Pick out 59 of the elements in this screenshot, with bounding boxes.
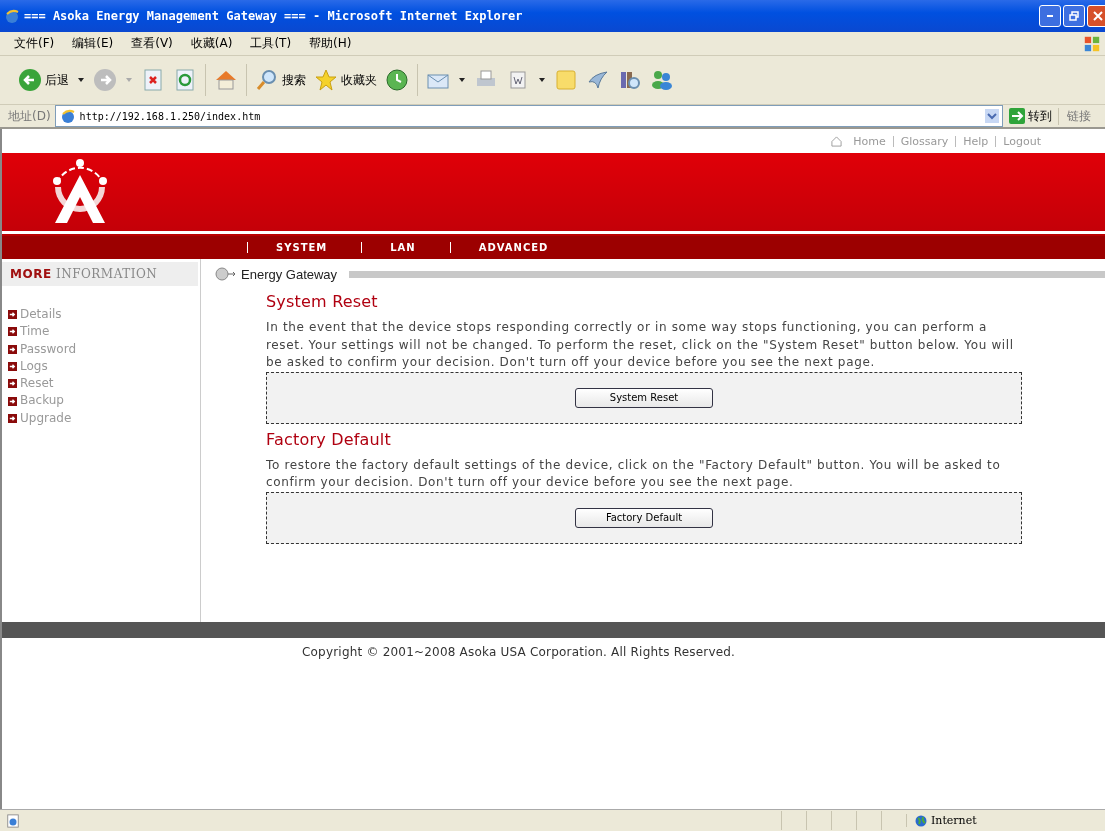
dropdown-arrow-icon[interactable] (538, 76, 546, 84)
people-icon (650, 68, 674, 92)
arrow-bullet-icon (8, 344, 17, 354)
arrow-bullet-icon (8, 327, 17, 337)
note-icon (554, 68, 578, 92)
restore-icon (1069, 11, 1079, 21)
stop-icon (141, 68, 165, 92)
section-description: In the event that the device stops responding correctly or in some way stops functioning, you can perform a reset. Your settings will not be changed. To perform the reset, click on the "System Reset" button below. You will be asked to confirm your decision. Don't turn off your device before you see the next page. (266, 319, 1015, 371)
home-icon (831, 135, 843, 147)
links-button[interactable]: 链接 (1058, 107, 1105, 125)
close-button[interactable] (1087, 5, 1105, 27)
search-icon (255, 68, 279, 92)
action-button[interactable]: Factory Default (575, 507, 713, 528)
dropdown-arrow-icon[interactable] (77, 76, 85, 84)
arrow-bullet-icon (8, 379, 17, 389)
security-zone: Internet (906, 814, 1105, 827)
sidebar-heading: MORE INFORMATION (2, 262, 198, 286)
home-icon (214, 68, 238, 92)
search-button[interactable]: 搜索 (251, 68, 310, 92)
close-icon (1093, 11, 1103, 21)
page-icon (59, 108, 76, 124)
nav-tab[interactable]: ADVANCED (478, 242, 549, 253)
arrow-bullet-icon (8, 396, 17, 406)
section-heading: System Reset (266, 292, 379, 311)
arrow-bullet-icon (8, 310, 17, 320)
globe-icon (915, 814, 927, 827)
action-button[interactable]: System Reset (575, 387, 713, 408)
menu-item[interactable]: 编辑(E) (72, 35, 114, 52)
star-icon (314, 68, 338, 92)
dropdown-arrow-icon[interactable] (458, 76, 466, 84)
windows-logo-icon (1083, 34, 1101, 53)
menu-item[interactable]: 查看(V) (131, 35, 173, 52)
arrow-bullet-icon (8, 413, 17, 423)
menu-item[interactable]: 收藏(A) (190, 35, 233, 52)
minimize-icon (1047, 15, 1053, 17)
browser-icon (4, 8, 20, 24)
breadcrumb-icon (215, 267, 237, 281)
favorites-button[interactable]: 收藏夹 (310, 68, 381, 92)
refresh-icon (173, 68, 197, 92)
back-button[interactable]: 后退 (14, 68, 73, 92)
address-label: 地址(D) (8, 107, 51, 125)
nav-tab[interactable]: SYSTEM (276, 242, 328, 253)
nav-tab[interactable]: LAN (390, 242, 416, 253)
arrow-icon (1009, 108, 1025, 124)
window-title: === Asoka Energy Management Gateway === - Microsoft Internet Explorer (24, 9, 524, 23)
section-description: To restore the factory default settings of the device, click on the "Factory Default" button. You will be asked to confirm your decision. Don't turn off your device before you see the next page. (266, 456, 1002, 491)
minimize-button[interactable] (1039, 5, 1061, 27)
clock-icon (385, 68, 409, 92)
copyright-text: Copyright © 2001~2008 Asoka USA Corporation. All Rights Reserved. (302, 645, 737, 659)
breadcrumb: Energy Gateway (241, 266, 338, 282)
menu-item[interactable]: 文件(F) (14, 35, 55, 52)
menu-item[interactable]: 帮助(H) (309, 35, 352, 52)
menu-item[interactable]: 工具(T) (250, 35, 292, 52)
restore-button[interactable] (1063, 5, 1085, 27)
section-heading: Factory Default (266, 429, 392, 449)
address-field[interactable]: http://192.168.1.250/index.htm (54, 105, 1003, 127)
page-icon (6, 813, 20, 828)
arrow-bullet-icon (8, 362, 17, 372)
go-button[interactable]: 转到 (1003, 107, 1058, 125)
